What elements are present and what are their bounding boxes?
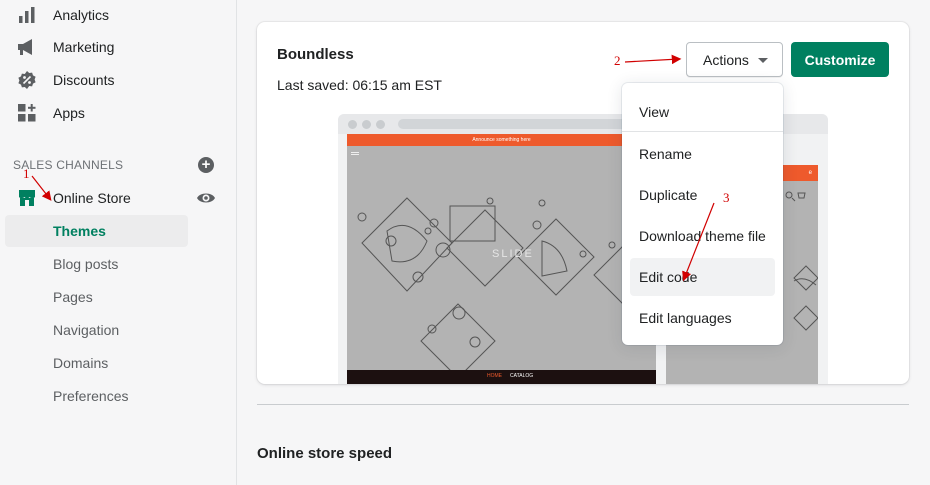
sidebar-item-analytics[interactable]: Analytics <box>0 0 237 30</box>
sidebar-subitem-themes[interactable]: Themes <box>5 215 188 247</box>
actions-button[interactable]: Actions <box>686 42 783 77</box>
menu-item-download-theme-file[interactable]: Download theme file <box>630 217 775 255</box>
menu-item-rename[interactable]: Rename <box>630 135 775 173</box>
sidebar-subitem-label: Navigation <box>53 322 120 338</box>
actions-button-label: Actions <box>703 51 749 68</box>
sidebar: Analytics Marketing Discounts Apps SALES… <box>0 0 237 485</box>
sidebar-subitem-pages[interactable]: Pages <box>5 281 188 313</box>
sidebar-subitem-label: Themes <box>53 223 106 239</box>
last-saved-text: Last saved: 06:15 am EST <box>277 77 442 93</box>
annotation-3: 3 <box>723 190 730 205</box>
sidebar-subitem-label: Preferences <box>53 388 129 404</box>
window-dot-icon <box>348 120 357 129</box>
annotation-1: 1 <box>23 166 30 181</box>
eye-icon[interactable] <box>196 188 216 208</box>
storefront-icon <box>17 188 37 208</box>
current-theme-card: Boundless Last saved: 06:15 am EST Actio… <box>257 22 909 384</box>
bar-chart-icon <box>17 5 37 25</box>
megaphone-icon <box>17 37 37 57</box>
sidebar-item-label: Marketing <box>53 39 115 55</box>
caret-down-icon <box>758 58 768 63</box>
sidebar-item-discounts[interactable]: Discounts <box>0 65 237 95</box>
preview-footer-home: HOME <box>487 373 502 379</box>
slide-heading: SLIDE <box>492 248 534 260</box>
sidebar-item-apps[interactable]: Apps <box>0 98 237 128</box>
customize-button[interactable]: Customize <box>791 42 889 77</box>
menu-item-duplicate[interactable]: Duplicate <box>630 176 775 214</box>
sidebar-item-label: Discounts <box>53 72 115 88</box>
product-illustration <box>351 152 656 379</box>
announcement-bar: Announce something here <box>347 134 656 146</box>
section-divider <box>257 404 909 405</box>
sidebar-subitem-domains[interactable]: Domains <box>5 347 188 379</box>
theme-name: Boundless <box>277 46 354 63</box>
sidebar-subitem-label: Blog posts <box>53 256 119 272</box>
window-dot-icon <box>362 120 371 129</box>
apps-grid-icon <box>17 103 37 123</box>
sales-channels-heading: SALES CHANNELS <box>13 158 124 172</box>
sidebar-item-marketing[interactable]: Marketing <box>0 32 237 62</box>
desktop-preview: Announce something here SLIDE HOME CATAL… <box>347 134 656 384</box>
sidebar-item-label: Apps <box>53 105 85 121</box>
sidebar-subitem-navigation[interactable]: Navigation <box>5 314 188 346</box>
sidebar-subitem-label: Pages <box>53 289 93 305</box>
sidebar-subitem-label: Domains <box>53 355 109 371</box>
add-sales-channel-icon[interactable]: + <box>198 157 214 173</box>
annotation-2: 2 <box>614 53 621 68</box>
online-store-speed-heading: Online store speed <box>257 445 393 462</box>
menu-item-view[interactable]: View <box>630 93 775 131</box>
menu-item-edit-code[interactable]: Edit code <box>630 258 775 296</box>
actions-dropdown-menu: View Rename Duplicate Download theme fil… <box>622 83 783 345</box>
sidebar-item-label: Online Store <box>53 190 131 206</box>
url-bar <box>398 119 638 129</box>
preview-footer: HOME CATALOG <box>347 370 656 384</box>
sidebar-item-label: Analytics <box>53 7 110 23</box>
menu-separator <box>622 131 783 132</box>
sidebar-subitem-preferences[interactable]: Preferences <box>5 380 188 412</box>
menu-item-edit-languages[interactable]: Edit languages <box>630 299 775 337</box>
window-dot-icon <box>376 120 385 129</box>
preview-footer-catalog: CATALOG <box>510 373 534 379</box>
sidebar-subitem-blog-posts[interactable]: Blog posts <box>5 248 188 280</box>
discount-tag-icon <box>17 70 37 90</box>
